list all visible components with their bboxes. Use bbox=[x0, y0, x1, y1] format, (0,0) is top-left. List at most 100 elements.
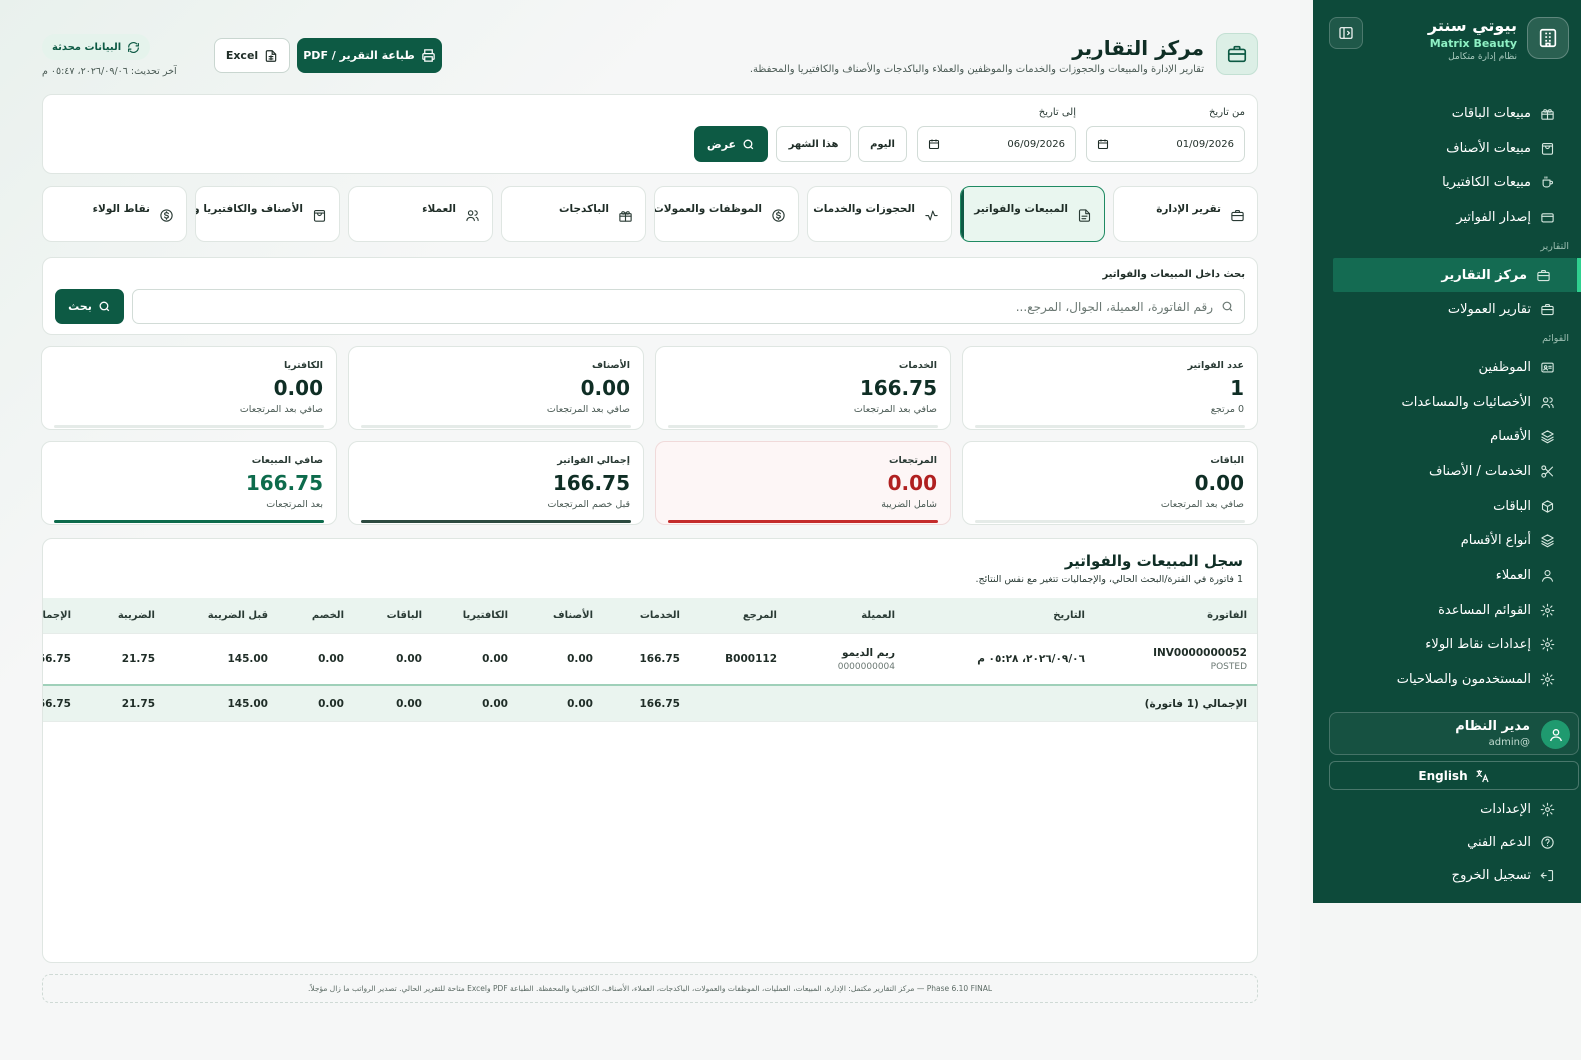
search-button[interactable]: بحث bbox=[55, 289, 124, 324]
sidebar-item-items_top-3[interactable]: إصدار الفواتير bbox=[1313, 200, 1581, 235]
sidebar-item-label: الأقسام bbox=[1490, 429, 1531, 445]
cup-icon bbox=[1539, 175, 1555, 191]
today-button[interactable]: اليوم bbox=[858, 126, 907, 162]
column-header: الخصم bbox=[311, 610, 344, 621]
layers-icon bbox=[1539, 429, 1555, 445]
stat-card: صافي المبيعات 166.75 بعد المرتجعات bbox=[41, 441, 337, 525]
search-input[interactable]: رقم الفاتورة، العميلة، الجوال، المرجع... bbox=[132, 289, 1245, 324]
sidebar-item-items_lists-6[interactable]: العملاء bbox=[1313, 558, 1581, 593]
app-tagline: نظام إدارة متكامل bbox=[1448, 52, 1517, 62]
sidebar: بيوتي سنتر Matrix Beauty نظام إدارة متكا… bbox=[1313, 0, 1581, 903]
sidebar-item-label: الباقات bbox=[1493, 498, 1531, 514]
tab-1[interactable]: المبيعات والفواتير bbox=[960, 186, 1105, 242]
tab-4[interactable]: الباكدجات bbox=[501, 186, 646, 242]
table-row[interactable]: INV0000000052 POSTED ٢٠٢٦/٠٩/٠٦، ٠٥:٢٨ م ري… bbox=[43, 634, 1257, 686]
this-month-button[interactable]: هذا الشهر bbox=[776, 126, 851, 162]
to-date-label: إلى تاريخ bbox=[1038, 107, 1076, 118]
id-card-icon bbox=[1539, 359, 1555, 375]
totals-cell: 0.00 bbox=[523, 686, 593, 721]
sidebar-item-label: مبيعات الأصناف bbox=[1446, 140, 1531, 156]
sync-status-badge: البيانات محدثة bbox=[42, 34, 151, 60]
sidebar-item-label: القوائم المساعدة bbox=[1438, 602, 1531, 618]
table-subtitle: 1 فاتورة في الفترة/البحث الحالي، والإجما… bbox=[975, 574, 1243, 585]
table-title: سجل المبيعات والفواتير bbox=[1064, 552, 1243, 570]
table-header-cell: الأصناف bbox=[523, 598, 593, 633]
column-header: العميلة bbox=[861, 610, 895, 621]
report-tabs: تقرير الإدارة المبيعات والفواتير الحجوزات … bbox=[42, 186, 1258, 242]
user-icon bbox=[1549, 728, 1562, 741]
sidebar-item-items_lists-2[interactable]: الأقسام bbox=[1313, 420, 1581, 455]
stat-caption: قبل خصم المرتجعات bbox=[547, 499, 630, 510]
user-card[interactable]: مدير النظام @admin bbox=[1329, 712, 1579, 755]
sidebar-item-items_top-2[interactable]: مبيعات الكافتيريا bbox=[1313, 165, 1581, 200]
stat-label: إجمالي الفواتير bbox=[557, 455, 630, 466]
sidebar-item-items_lists-0[interactable]: الموظفين bbox=[1313, 350, 1581, 385]
stat-value: 0.00 bbox=[887, 471, 937, 495]
totals-cell: 166.75 bbox=[43, 686, 71, 721]
cell-date: ٢٠٢٦/٠٩/٠٦، ٠٥:٢٨ م bbox=[977, 653, 1085, 665]
stat-label: الأصناف bbox=[592, 360, 630, 371]
sidebar-item-items_lists-7[interactable]: القوائم المساعدة bbox=[1313, 593, 1581, 628]
from-date-input[interactable]: 01/09/2026 bbox=[1086, 126, 1245, 162]
sidebar-item-items_lists-4[interactable]: الباقات bbox=[1313, 489, 1581, 524]
sidebar-item-items_lists-3[interactable]: الخدمات / الأصناف bbox=[1313, 454, 1581, 489]
stat-accent-bar bbox=[975, 425, 1245, 428]
language-label: English bbox=[1418, 768, 1468, 783]
search-card: بحث داخل المبيعات والفواتير رقم الفاتورة… bbox=[42, 257, 1258, 335]
from-date-value: 01/09/2026 bbox=[1176, 138, 1234, 150]
table-cell: 145.00 bbox=[178, 634, 268, 684]
stat-value: 166.75 bbox=[552, 471, 630, 495]
totals-cell: 145.00 bbox=[178, 686, 268, 721]
search-label: بحث داخل المبيعات والفواتير bbox=[1102, 269, 1245, 280]
sidebar-item-items_lists-1[interactable]: الأخصائيات والمساعدات bbox=[1313, 385, 1581, 420]
sidebar-item-items_top-1[interactable]: مبيعات الأصناف bbox=[1313, 131, 1581, 166]
sales-table: الفاتورة التاريخ العميلة المرجع الخدمات الأصن… bbox=[43, 598, 1257, 722]
totals-packages: 0.00 bbox=[396, 697, 422, 710]
sidebar-item-items_top-0[interactable]: مبيعات الباقات bbox=[1313, 96, 1581, 131]
to-date-input[interactable]: 06/09/2026 bbox=[917, 126, 1076, 162]
sidebar-item-footer_items-2[interactable]: تسجيل الخروج bbox=[1313, 859, 1581, 892]
table-cell: 166.75 bbox=[43, 634, 71, 684]
sidebar-item-footer_items-1[interactable]: الدعم الفني bbox=[1313, 826, 1581, 859]
refresh-icon bbox=[128, 41, 140, 53]
gift-icon bbox=[617, 207, 633, 223]
table-header-cell: الخدمات bbox=[600, 598, 680, 633]
totals-cell: 166.75 bbox=[600, 686, 680, 721]
stat-value: 0.00 bbox=[1194, 471, 1244, 495]
tab-5[interactable]: العملاء bbox=[348, 186, 493, 242]
cell-customer: ريم الديمو bbox=[841, 646, 895, 659]
excel-export-button[interactable]: Excel bbox=[214, 38, 290, 73]
table-cell: 0.00 bbox=[433, 634, 508, 684]
tab-2[interactable]: الحجوزات والخدمات bbox=[807, 186, 952, 242]
scissors-icon bbox=[1539, 464, 1555, 480]
print-pdf-button[interactable]: طباعة التقرير / PDF bbox=[297, 38, 442, 73]
tab-3[interactable]: الموظفات والعمولات bbox=[654, 186, 799, 242]
sidebar-item-items_lists-8[interactable]: إعدادات نقاط الولاء bbox=[1313, 628, 1581, 663]
stat-caption: صافي بعد المرتجعات bbox=[853, 404, 937, 415]
print-pdf-label: طباعة التقرير / PDF bbox=[303, 49, 415, 62]
search-icon bbox=[99, 301, 110, 312]
sidebar-collapse-button[interactable] bbox=[1329, 17, 1363, 49]
sidebar-item-items_reports-0[interactable]: مركز التقارير bbox=[1333, 257, 1581, 293]
sidebar-section-heading: القوائم bbox=[1542, 333, 1569, 345]
table-cell: 166.75 bbox=[600, 634, 680, 684]
table-header-cell: الباقات bbox=[362, 598, 422, 633]
tab-7[interactable]: نقاط الولاء bbox=[42, 186, 187, 242]
sidebar-item-items_reports-1[interactable]: تقارير العمولات bbox=[1313, 292, 1581, 327]
language-toggle-button[interactable]: English bbox=[1329, 761, 1579, 790]
page-title: مركز التقارير bbox=[1072, 36, 1204, 60]
tab-6[interactable]: الأصناف والكافتيريا والمحفظة bbox=[195, 186, 340, 242]
tab-0[interactable]: تقرير الإدارة bbox=[1113, 186, 1258, 242]
stat-caption: شامل الضريبة bbox=[881, 499, 937, 510]
table-cell: INV0000000052 POSTED bbox=[1087, 634, 1247, 684]
stat-value: 0.00 bbox=[273, 376, 323, 400]
cell-before_tax: 145.00 bbox=[227, 653, 268, 665]
sidebar-item-label: تقارير العمولات bbox=[1447, 302, 1531, 318]
totals-cell bbox=[672, 686, 777, 721]
show-button[interactable]: عرض bbox=[694, 126, 768, 162]
sidebar-item-items_lists-5[interactable]: أنواع الأقسام bbox=[1313, 524, 1581, 559]
stat-card: الباقات 0.00 صافي بعد المرتجعات bbox=[962, 441, 1258, 525]
sidebar-item-footer_items-0[interactable]: الإعدادات bbox=[1313, 793, 1581, 826]
sidebar-item-items_lists-9[interactable]: المستخدمون والصلاحيات bbox=[1313, 662, 1581, 697]
cell-total: 166.75 bbox=[43, 653, 71, 665]
